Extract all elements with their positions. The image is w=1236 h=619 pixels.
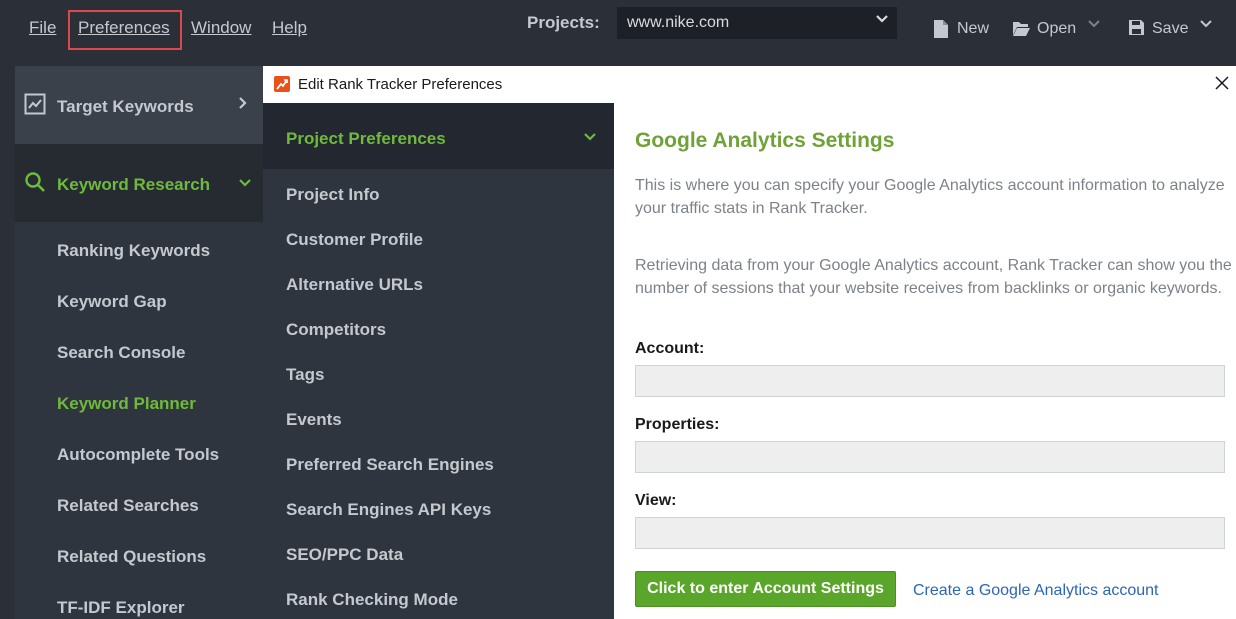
preferences-nav: Project Preferences Project Info Custome… xyxy=(263,103,614,619)
nav-item-project-info[interactable]: Project Info xyxy=(286,185,380,205)
sidebar-item-related-questions[interactable]: Related Questions xyxy=(57,547,206,567)
sidebar-item-ranking-keywords[interactable]: Ranking Keywords xyxy=(57,241,210,261)
app-sidebar: Target Keywords Keyword Research Ranking… xyxy=(15,66,263,619)
nav-item-alternative-urls[interactable]: Alternative URLs xyxy=(286,275,423,295)
sidebar-item-keyword-gap[interactable]: Keyword Gap xyxy=(57,292,167,312)
sidebar-section-label: Target Keywords xyxy=(57,97,194,116)
info-text: Retrieving data from your Google Analyti… xyxy=(635,257,1232,297)
view-field[interactable] xyxy=(635,517,1225,549)
nav-item-rank-checking-mode[interactable]: Rank Checking Mode xyxy=(286,590,458,610)
save-disk-icon xyxy=(1129,20,1144,35)
chevron-right-icon xyxy=(239,96,247,112)
dialog-title: Edit Rank Tracker Preferences xyxy=(298,76,503,93)
preferences-dialog: Edit Rank Tracker Preferences Project Pr… xyxy=(263,66,1236,619)
close-icon[interactable] xyxy=(1215,76,1229,95)
menu-bar: File Preferences Window Help Projects: w… xyxy=(0,0,1236,66)
nav-group-label: Project Preferences xyxy=(286,129,446,148)
settings-panel: Google Analytics Settings This is where … xyxy=(614,103,1236,619)
trend-chart-icon xyxy=(24,93,46,120)
rank-tracker-app-icon xyxy=(274,76,290,92)
dialog-title-bar: Edit Rank Tracker Preferences xyxy=(263,66,1236,103)
sidebar-item-keyword-planner[interactable]: Keyword Planner xyxy=(57,394,196,414)
chevron-down-icon xyxy=(584,128,596,144)
nav-item-customer-profile[interactable]: Customer Profile xyxy=(286,230,423,250)
save-label: Save xyxy=(1152,20,1189,37)
view-label: View: xyxy=(635,492,677,509)
nav-item-tags[interactable]: Tags xyxy=(286,365,324,385)
nav-item-events[interactable]: Events xyxy=(286,410,342,430)
enter-account-settings-button[interactable]: Click to enter Account Settings xyxy=(635,571,896,607)
chevron-down-icon xyxy=(239,174,251,190)
menu-preferences[interactable]: Preferences xyxy=(78,17,170,41)
project-select[interactable]: www.nike.com xyxy=(617,7,897,39)
new-label: New xyxy=(957,20,990,37)
properties-label: Properties: xyxy=(635,416,720,433)
nav-item-preferred-search-engines[interactable]: Preferred Search Engines xyxy=(286,455,494,475)
page-title: Google Analytics Settings xyxy=(635,129,895,152)
folder-open-icon xyxy=(1013,22,1030,36)
nav-item-competitors[interactable]: Competitors xyxy=(286,320,386,340)
open-label: Open xyxy=(1037,20,1077,37)
sidebar-section-keyword-research[interactable]: Keyword Research xyxy=(15,144,263,222)
search-icon xyxy=(24,171,46,198)
description-text: This is where you can specify your Googl… xyxy=(635,177,1225,217)
menu-file[interactable]: File xyxy=(29,17,56,41)
properties-field[interactable] xyxy=(635,441,1225,473)
account-label: Account: xyxy=(635,340,705,357)
sidebar-item-tf-idf-explorer[interactable]: TF-IDF Explorer xyxy=(57,598,185,618)
menu-help[interactable]: Help xyxy=(272,17,307,41)
sidebar-section-target-keywords[interactable]: Target Keywords xyxy=(15,66,263,144)
chevron-down-icon xyxy=(876,11,888,26)
sidebar-section-label: Keyword Research xyxy=(57,175,211,194)
new-file-icon xyxy=(934,20,948,38)
sidebar-item-autocomplete-tools[interactable]: Autocomplete Tools xyxy=(57,445,219,465)
nav-item-seo-ppc-data[interactable]: SEO/PPC Data xyxy=(286,545,403,565)
project-select-value: www.nike.com xyxy=(627,14,730,31)
menu-window[interactable]: Window xyxy=(191,17,251,41)
nav-group-project-preferences[interactable]: Project Preferences xyxy=(263,103,614,169)
account-field[interactable] xyxy=(635,365,1225,397)
sidebar-item-search-console[interactable]: Search Console xyxy=(57,343,186,363)
create-ga-account-link[interactable]: Create a Google Analytics account xyxy=(913,582,1158,600)
nav-item-search-engines-api-keys[interactable]: Search Engines API Keys xyxy=(286,500,491,520)
projects-label: Projects: xyxy=(527,13,600,32)
sidebar-item-related-searches[interactable]: Related Searches xyxy=(57,496,199,516)
